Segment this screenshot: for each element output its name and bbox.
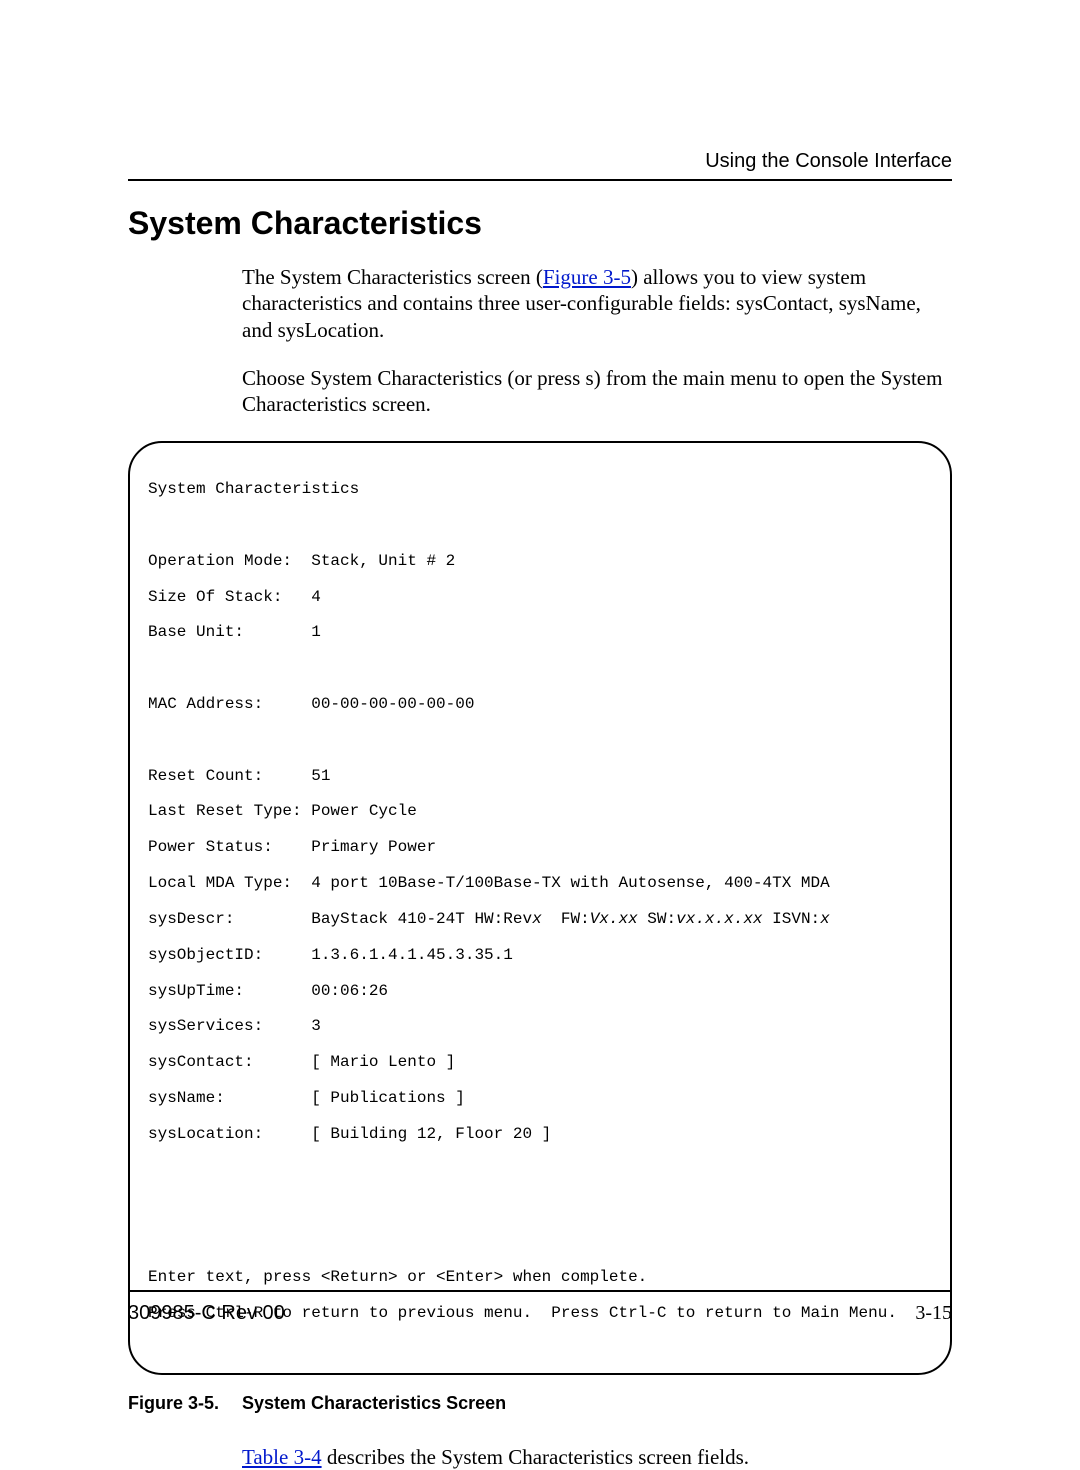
para3-post: describes the System Characteristics scr… (322, 1445, 749, 1469)
row-power: Power Status:Primary Power (148, 839, 932, 857)
footer-page-number: 3-15 (915, 1302, 952, 1325)
last-reset-value: Power Cycle (311, 802, 417, 820)
sysdescr-label: sysDescr: (148, 911, 311, 929)
sysdescr-x2: x (820, 910, 830, 928)
size-value: 4 (311, 588, 321, 606)
footer-doc-id: 309985-C Rev 00 (128, 1302, 285, 1325)
loc-value: [ Building 12, Floor 20 ] (311, 1125, 551, 1143)
base-label: Base Unit: (148, 624, 311, 642)
blank-row (148, 517, 932, 535)
uptime-label: sysUpTime: (148, 983, 311, 1001)
help-line-1: Enter text, press <Return> or <Enter> wh… (148, 1269, 932, 1287)
blank-row (148, 660, 932, 678)
sysdescr-x1: x (532, 910, 542, 928)
row-uptime: sysUpTime:00:06:26 (148, 983, 932, 1001)
paragraph-3: Table 3-4 describes the System Character… (242, 1444, 952, 1470)
mda-label: Local MDA Type: (148, 875, 311, 893)
reset-count-label: Reset Count: (148, 768, 311, 786)
services-label: sysServices: (148, 1018, 311, 1036)
sysdescr-fw: Vx.xx (590, 910, 638, 928)
blank-row (148, 732, 932, 750)
sysdescr-sw: vx.x.x.xx (676, 910, 762, 928)
contact-value: [ Mario Lento ] (311, 1053, 455, 1071)
row-mda: Local MDA Type:4 port 10Base-T/100Base-T… (148, 875, 932, 893)
last-reset-label: Last Reset Type: (148, 803, 311, 821)
row-oid: sysObjectID:1.3.6.1.4.1.45.3.35.1 (148, 947, 932, 965)
row-services: sysServices:3 (148, 1018, 932, 1036)
reset-count-value: 51 (311, 767, 330, 785)
oid-value: 1.3.6.1.4.1.45.3.35.1 (311, 946, 513, 964)
para1-pre: The System Characteristics screen ( (242, 265, 543, 289)
power-label: Power Status: (148, 839, 311, 857)
sysdescr-mid2: SW: (638, 910, 676, 928)
sysdescr-mid1: FW: (542, 910, 590, 928)
blank-row (148, 1162, 932, 1180)
row-base: Base Unit:1 (148, 624, 932, 642)
page: Using the Console Interface System Chara… (0, 0, 1080, 1397)
name-label: sysName: (148, 1090, 311, 1108)
row-location: sysLocation:[ Building 12, Floor 20 ] (148, 1126, 932, 1144)
footer: 309985-C Rev 00 3-15 (128, 1290, 952, 1325)
row-reset-count: Reset Count:51 (148, 768, 932, 786)
caption-number: Figure 3-5. (128, 1393, 242, 1414)
base-value: 1 (311, 623, 321, 641)
running-head: Using the Console Interface (128, 150, 952, 173)
uptime-value: 00:06:26 (311, 982, 388, 1000)
op-mode-label: Operation Mode: (148, 553, 311, 571)
console-screen: System Characteristics Operation Mode:St… (128, 441, 952, 1374)
mac-label: MAC Address: (148, 696, 311, 714)
body-text-2: Table 3-4 describes the System Character… (242, 1444, 952, 1470)
sysdescr-pre: BayStack 410-24T HW:Rev (311, 910, 532, 928)
mda-value: 4 port 10Base-T/100Base-TX with Autosens… (311, 874, 829, 892)
caption-title: System Characteristics Screen (242, 1393, 506, 1413)
services-value: 3 (311, 1017, 321, 1035)
power-value: Primary Power (311, 838, 436, 856)
rule-top (128, 179, 952, 181)
name-value: [ Publications ] (311, 1089, 465, 1107)
row-contact: sysContact:[ Mario Lento ] (148, 1054, 932, 1072)
row-last-reset: Last Reset Type:Power Cycle (148, 803, 932, 821)
body-text: The System Characteristics screen (Figur… (242, 264, 952, 417)
op-mode-value: Stack, Unit # 2 (311, 552, 455, 570)
row-sysdescr: sysDescr:BayStack 410-24T HW:Revx FW:Vx.… (148, 911, 932, 929)
rule-bottom (128, 1290, 952, 1292)
row-name: sysName:[ Publications ] (148, 1090, 932, 1108)
paragraph-1: The System Characteristics screen (Figur… (242, 264, 952, 343)
paragraph-2: Choose System Characteristics (or press … (242, 365, 952, 418)
screen-title: System Characteristics (148, 481, 932, 499)
blank-row (148, 1233, 932, 1251)
loc-label: sysLocation: (148, 1126, 311, 1144)
contact-label: sysContact: (148, 1054, 311, 1072)
sysdescr-mid3: ISVN: (763, 910, 821, 928)
blank-row (148, 1197, 932, 1215)
size-label: Size Of Stack: (148, 589, 311, 607)
table-3-4-link[interactable]: Table 3-4 (242, 1445, 322, 1469)
row-size: Size Of Stack:4 (148, 589, 932, 607)
figure-caption: Figure 3-5.System Characteristics Screen (128, 1393, 952, 1414)
oid-label: sysObjectID: (148, 947, 311, 965)
figure-3-5-link[interactable]: Figure 3-5 (543, 265, 631, 289)
row-mac: MAC Address:00-00-00-00-00-00 (148, 696, 932, 714)
row-op-mode: Operation Mode:Stack, Unit # 2 (148, 553, 932, 571)
mac-value: 00-00-00-00-00-00 (311, 695, 474, 713)
section-title: System Characteristics (128, 205, 952, 242)
